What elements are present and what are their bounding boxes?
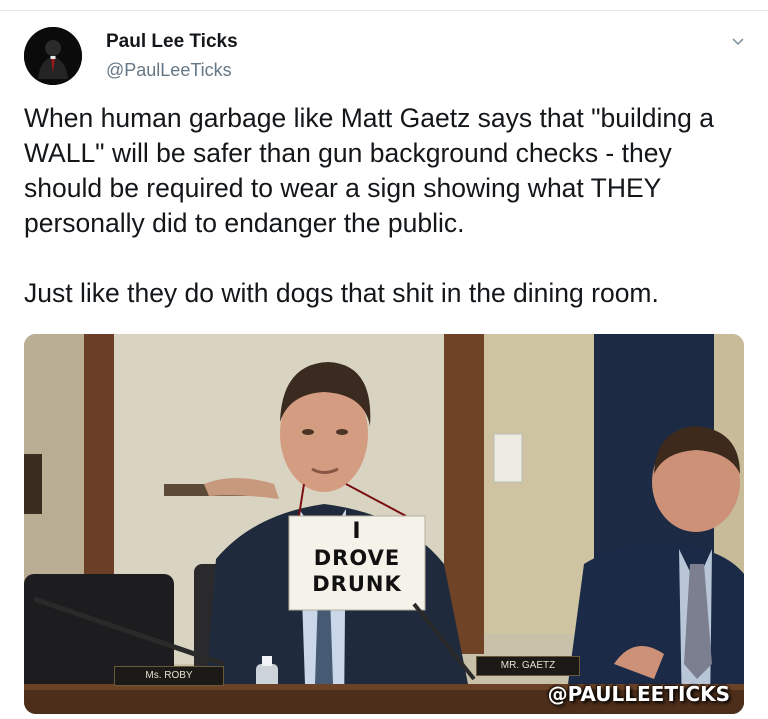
- tweet-paragraph: Just like they do with dogs that shit in…: [24, 278, 659, 308]
- watermark: @PAULLEETICKS: [547, 682, 730, 706]
- sign-text-line1: I: [352, 519, 362, 544]
- nameplate-left: Ms. ROBY: [114, 666, 224, 686]
- sign-text-line3: DRUNK: [312, 572, 402, 596]
- nameplate-center: MR. GAETZ: [476, 656, 580, 676]
- avatar-silhouette-icon: [24, 27, 82, 85]
- tweet-media-image[interactable]: I DROVE DRUNK Ms. ROBY MR. GAETZ @PAULLE…: [24, 334, 744, 714]
- tweet-text: When human garbage like Matt Gaetz says …: [24, 101, 744, 311]
- author-handle[interactable]: @PaulLeeTicks: [106, 60, 232, 81]
- tweet-paragraph: When human garbage like Matt Gaetz says …: [24, 103, 714, 238]
- author-name[interactable]: Paul Lee Ticks: [106, 31, 238, 53]
- sign-text-line2: DROVE: [313, 546, 401, 570]
- avatar[interactable]: [24, 27, 82, 85]
- top-divider: [0, 10, 768, 11]
- chevron-down-icon[interactable]: [730, 36, 746, 48]
